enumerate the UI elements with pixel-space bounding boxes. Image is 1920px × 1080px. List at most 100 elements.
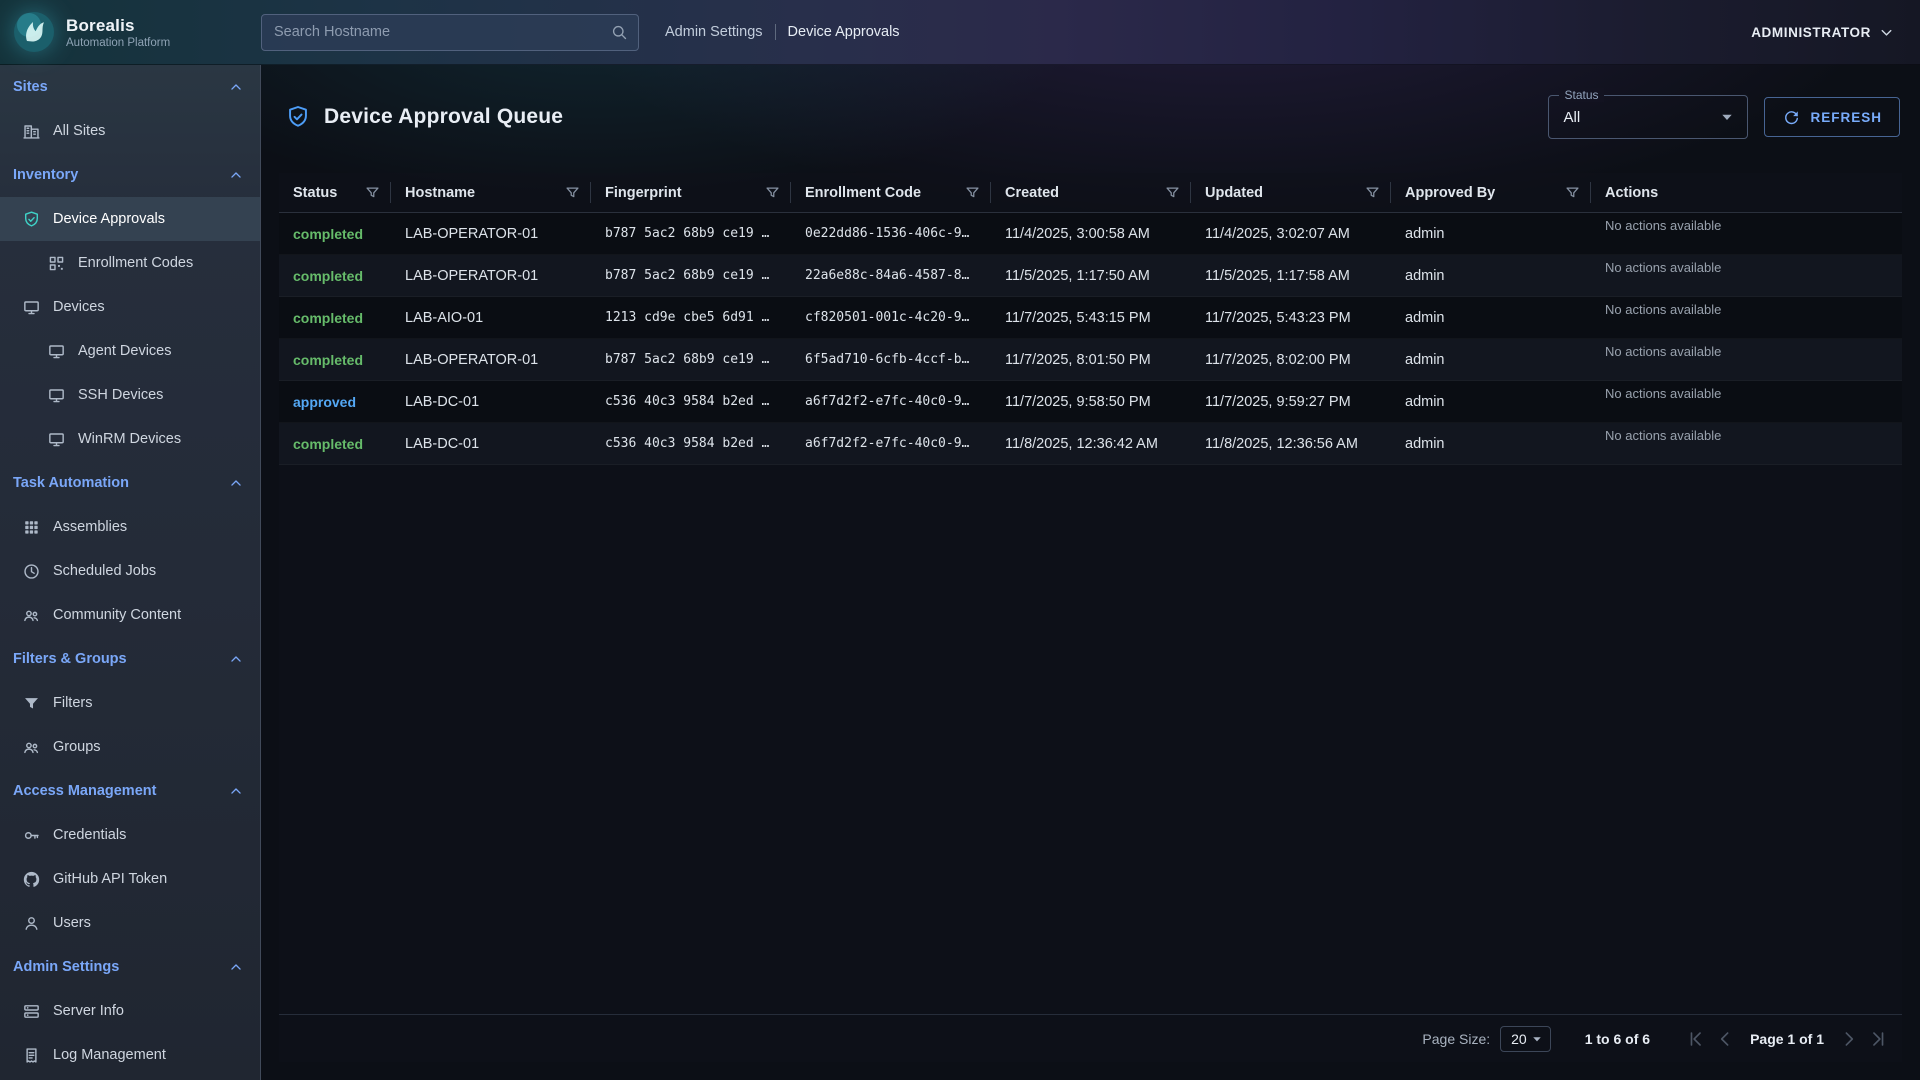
sidebar-item-enrollment-codes[interactable]: Enrollment Codes bbox=[0, 241, 260, 285]
hostname-search[interactable] bbox=[261, 14, 639, 51]
column-filter-icon[interactable] bbox=[1164, 184, 1181, 201]
cell-fingerprint: c536 40c3 9584 b2ed … bbox=[591, 381, 791, 422]
cell-enrollment_code: 6f5ad710-6cfb-4ccf-b… bbox=[791, 339, 991, 380]
page-size-select[interactable]: 20 bbox=[1500, 1026, 1551, 1052]
status-filter-select[interactable]: Status All bbox=[1548, 95, 1748, 139]
column-label: Actions bbox=[1605, 185, 1658, 201]
table-row[interactable]: completedLAB-DC-01c536 40c3 9584 b2ed …a… bbox=[279, 423, 1902, 465]
column-header-approved-by[interactable]: Approved By bbox=[1391, 173, 1591, 212]
sidebar-section-label: Task Automation bbox=[13, 475, 129, 491]
cell-updated: 11/5/2025, 1:17:58 AM bbox=[1191, 255, 1391, 296]
row-range-text: 1 to 6 of 6 bbox=[1585, 1031, 1650, 1047]
sidebar-item-label: Device Approvals bbox=[53, 211, 165, 227]
sidebar-section-task-automation[interactable]: Task Automation bbox=[0, 461, 260, 505]
cell-fingerprint: b787 5ac2 68b9 ce19 … bbox=[591, 213, 791, 254]
column-header-hostname[interactable]: Hostname bbox=[391, 173, 591, 212]
sidebar-item-github-api-token[interactable]: GitHub API Token bbox=[0, 857, 260, 901]
sidebar-item-credentials[interactable]: Credentials bbox=[0, 813, 260, 857]
column-filter-icon[interactable] bbox=[564, 184, 581, 201]
column-header-fingerprint[interactable]: Fingerprint bbox=[591, 173, 791, 212]
cell-approved_by: admin bbox=[1391, 297, 1591, 338]
sidebar-item-label: SSH Devices bbox=[78, 387, 163, 403]
sidebar-item-all-sites[interactable]: All Sites bbox=[0, 109, 260, 153]
sidebar-item-scheduled-jobs[interactable]: Scheduled Jobs bbox=[0, 549, 260, 593]
breadcrumb-item-current[interactable]: Device Approvals bbox=[788, 24, 900, 40]
chevron-up-icon bbox=[227, 958, 245, 976]
cell-created: 11/4/2025, 3:00:58 AM bbox=[991, 213, 1191, 254]
column-filter-icon[interactable] bbox=[1364, 184, 1381, 201]
cell-status: completed bbox=[279, 339, 391, 380]
sidebar-section-sites[interactable]: Sites bbox=[0, 65, 260, 109]
column-header-status[interactable]: Status bbox=[279, 173, 391, 212]
search-input[interactable] bbox=[274, 24, 610, 40]
page-size-label: Page Size: bbox=[1422, 1031, 1490, 1047]
sidebar-item-label: Credentials bbox=[53, 827, 126, 843]
sidebar-item-server-info[interactable]: Server Info bbox=[0, 989, 260, 1033]
cell-hostname: LAB-OPERATOR-01 bbox=[391, 213, 591, 254]
first-page-button[interactable] bbox=[1684, 1028, 1706, 1050]
sidebar-item-users[interactable]: Users bbox=[0, 901, 260, 945]
sidebar-item-device-approvals[interactable]: Device Approvals bbox=[0, 197, 260, 241]
chevron-up-icon bbox=[227, 650, 245, 668]
table-row[interactable]: completedLAB-AIO-011213 cd9e cbe5 6d91 …… bbox=[279, 297, 1902, 339]
sidebar-item-community-content[interactable]: Community Content bbox=[0, 593, 260, 637]
user-menu[interactable]: ADMINISTRATOR bbox=[1751, 23, 1896, 42]
app-name: Borealis bbox=[66, 16, 170, 36]
log-icon bbox=[22, 1046, 41, 1065]
column-label: Fingerprint bbox=[605, 185, 682, 201]
sidebar-section-label: Sites bbox=[13, 79, 48, 95]
cell-enrollment_code: 22a6e88c-84a6-4587-8… bbox=[791, 255, 991, 296]
cell-updated: 11/7/2025, 5:43:23 PM bbox=[1191, 297, 1391, 338]
cell-fingerprint: b787 5ac2 68b9 ce19 … bbox=[591, 339, 791, 380]
column-header-updated[interactable]: Updated bbox=[1191, 173, 1391, 212]
column-label: Status bbox=[293, 185, 337, 201]
cell-fingerprint: c536 40c3 9584 b2ed … bbox=[591, 423, 791, 464]
sidebar-item-ssh-devices[interactable]: SSH Devices bbox=[0, 373, 260, 417]
table-row[interactable]: completedLAB-OPERATOR-01b787 5ac2 68b9 c… bbox=[279, 339, 1902, 381]
apps-grid-icon bbox=[22, 518, 41, 537]
sidebar-item-groups[interactable]: Groups bbox=[0, 725, 260, 769]
sidebar-section-admin-settings[interactable]: Admin Settings bbox=[0, 945, 260, 989]
cell-actions: No actions available bbox=[1591, 381, 1902, 422]
column-header-actions[interactable]: Actions bbox=[1591, 173, 1902, 212]
cell-enrollment_code: 0e22dd86-1536-406c-9… bbox=[791, 213, 991, 254]
previous-page-button[interactable] bbox=[1714, 1028, 1736, 1050]
sidebar-item-filters[interactable]: Filters bbox=[0, 681, 260, 725]
sidebar-section-label: Inventory bbox=[13, 167, 78, 183]
cell-actions: No actions available bbox=[1591, 213, 1902, 254]
sidebar-item-log-management[interactable]: Log Management bbox=[0, 1033, 260, 1077]
column-header-enrollment-code[interactable]: Enrollment Code bbox=[791, 173, 991, 212]
cell-approved_by: admin bbox=[1391, 213, 1591, 254]
cell-updated: 11/4/2025, 3:02:07 AM bbox=[1191, 213, 1391, 254]
sidebar-section-filters-groups[interactable]: Filters & Groups bbox=[0, 637, 260, 681]
sidebar-section-inventory[interactable]: Inventory bbox=[0, 153, 260, 197]
qr-code-icon bbox=[47, 254, 66, 273]
column-filter-icon[interactable] bbox=[364, 184, 381, 201]
column-label: Enrollment Code bbox=[805, 185, 921, 201]
table-body: completedLAB-OPERATOR-01b787 5ac2 68b9 c… bbox=[279, 213, 1902, 1014]
table-row[interactable]: approvedLAB-DC-01c536 40c3 9584 b2ed …a6… bbox=[279, 381, 1902, 423]
sidebar-item-agent-devices[interactable]: Agent Devices bbox=[0, 329, 260, 373]
sidebar-item-assemblies[interactable]: Assemblies bbox=[0, 505, 260, 549]
cell-approved_by: admin bbox=[1391, 423, 1591, 464]
column-header-created[interactable]: Created bbox=[991, 173, 1191, 212]
cell-hostname: LAB-DC-01 bbox=[391, 423, 591, 464]
column-filter-icon[interactable] bbox=[764, 184, 781, 201]
table-row[interactable]: completedLAB-OPERATOR-01b787 5ac2 68b9 c… bbox=[279, 255, 1902, 297]
breadcrumb-item[interactable]: Admin Settings bbox=[665, 24, 763, 40]
refresh-button[interactable]: REFRESH bbox=[1764, 97, 1900, 137]
last-page-button[interactable] bbox=[1868, 1028, 1890, 1050]
sidebar-item-winrm-devices[interactable]: WinRM Devices bbox=[0, 417, 260, 461]
sidebar-item-label: All Sites bbox=[53, 123, 105, 139]
key-icon bbox=[22, 826, 41, 845]
next-page-button[interactable] bbox=[1838, 1028, 1860, 1050]
sidebar-item-label: Users bbox=[53, 915, 91, 931]
sidebar-section-access-management[interactable]: Access Management bbox=[0, 769, 260, 813]
sidebar-section-label: Filters & Groups bbox=[13, 651, 127, 667]
cell-actions: No actions available bbox=[1591, 297, 1902, 338]
column-filter-icon[interactable] bbox=[964, 184, 981, 201]
cell-fingerprint: 1213 cd9e cbe5 6d91 … bbox=[591, 297, 791, 338]
sidebar-item-devices[interactable]: Devices bbox=[0, 285, 260, 329]
column-filter-icon[interactable] bbox=[1564, 184, 1581, 201]
table-row[interactable]: completedLAB-OPERATOR-01b787 5ac2 68b9 c… bbox=[279, 213, 1902, 255]
